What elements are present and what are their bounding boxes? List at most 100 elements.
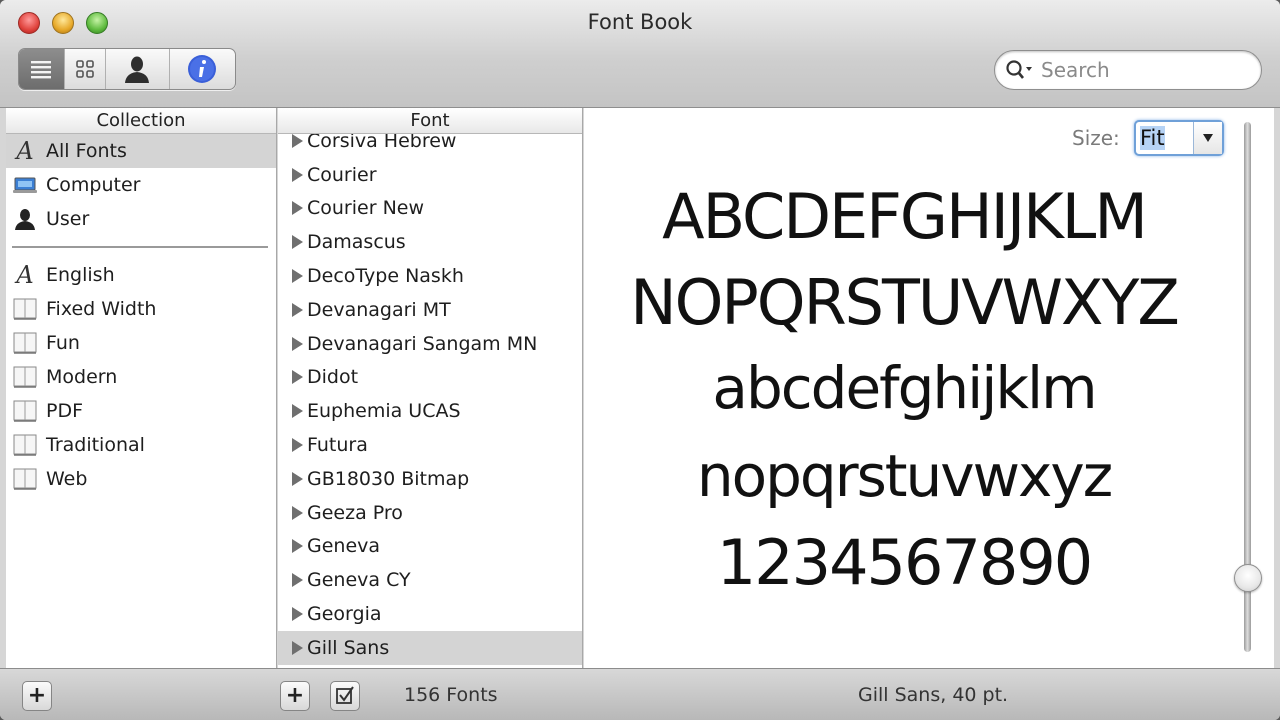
sample-line-lowercase-2: nopqrstuvwxyz: [696, 442, 1113, 510]
font-list-item-label: Didot: [307, 366, 359, 389]
collection-item-label: Fun: [46, 332, 80, 354]
font-list-item-label: Devanagari Sangam MN: [307, 332, 538, 355]
font-list-item[interactable]: Euphemia UCAS: [278, 394, 582, 428]
font-list-item[interactable]: Damascus: [278, 225, 582, 259]
collection-book-icon: [10, 466, 40, 492]
disclosure-triangle-icon[interactable]: [292, 539, 303, 554]
disclosure-triangle-icon[interactable]: [292, 235, 303, 250]
font-list-item-label: Geeza Pro: [307, 501, 403, 524]
add-collection-button[interactable]: +: [22, 681, 52, 711]
collection-item-label: English: [46, 264, 115, 286]
font-list-item-label: Futura: [307, 434, 368, 457]
collection-column-header[interactable]: Collection: [6, 108, 276, 134]
collection-item-label: Fixed Width: [46, 298, 157, 320]
computer-icon: [10, 172, 40, 198]
grid-view-button[interactable]: [65, 49, 107, 89]
selected-font-status: Gill Sans, 40 pt.: [858, 684, 1009, 706]
info-button[interactable]: [170, 49, 235, 89]
sample-line-digits: 1234567890: [716, 526, 1093, 599]
collection-item-english[interactable]: A English: [6, 258, 276, 292]
list-icon: [31, 61, 52, 79]
font-list-item[interactable]: DecoType Naskh: [278, 259, 582, 293]
font-list-item[interactable]: Devanagari Sangam MN: [278, 327, 582, 361]
disclosure-triangle-icon[interactable]: [292, 438, 303, 453]
collection-divider: [12, 246, 268, 248]
collection-item-web[interactable]: Web: [6, 462, 276, 496]
font-list-item[interactable]: Courier: [278, 158, 582, 192]
list-view-button[interactable]: [19, 49, 65, 89]
disclosure-triangle-icon[interactable]: [292, 167, 303, 182]
font-list-item[interactable]: Futura: [278, 428, 582, 462]
script-a-icon: A: [16, 261, 34, 289]
add-font-button[interactable]: +: [280, 681, 310, 711]
size-dropdown-button[interactable]: [1192, 122, 1222, 154]
font-book-window: Font Book Search Collection A All Fonts …: [0, 0, 1280, 720]
collection-book-icon: [10, 432, 40, 458]
disclosure-triangle-icon[interactable]: [292, 573, 303, 588]
disclosure-triangle-icon[interactable]: [292, 640, 303, 655]
checkbox-icon: [336, 686, 354, 704]
view-segmented-control: [18, 48, 236, 90]
collection-item-label: Traditional: [46, 434, 145, 456]
size-combo-box[interactable]: Fit: [1134, 120, 1224, 156]
font-list-item[interactable]: Geneva: [278, 530, 582, 564]
search-field[interactable]: [994, 50, 1262, 90]
disclosure-triangle-icon[interactable]: [292, 370, 303, 385]
collection-item-fixed-width[interactable]: Fixed Width: [6, 292, 276, 326]
collection-book-icon: [10, 398, 40, 424]
font-list-item-label: Euphemia UCAS: [307, 400, 461, 423]
collection-item-user[interactable]: User: [6, 202, 276, 236]
disclosure-triangle-icon[interactable]: [292, 336, 303, 351]
collection-item-label: Web: [46, 468, 88, 490]
collection-item-computer[interactable]: Computer: [6, 168, 276, 202]
search-input[interactable]: [1041, 58, 1241, 82]
disclosure-triangle-icon[interactable]: [292, 471, 303, 486]
disclosure-triangle-icon[interactable]: [292, 404, 303, 419]
font-list-item-label: Geneva CY: [307, 569, 411, 592]
bottom-bar: + + 156 Fonts Gill Sans, 40 pt.: [0, 668, 1280, 720]
font-column-header[interactable]: Font: [278, 108, 582, 134]
collection-item-all-fonts[interactable]: A All Fonts: [6, 134, 276, 168]
collection-item-label: Modern: [46, 366, 118, 388]
collection-pane: Collection A All Fonts Computer User A E…: [6, 108, 277, 668]
disclosure-triangle-icon[interactable]: [292, 607, 303, 622]
collection-book-icon: [10, 296, 40, 322]
font-list-item-label: Damascus: [307, 231, 406, 254]
disclosure-triangle-icon[interactable]: [292, 133, 303, 148]
font-list-item[interactable]: Geeza Pro: [278, 496, 582, 530]
size-input[interactable]: Fit: [1136, 122, 1193, 154]
font-list-item[interactable]: Gill Sans: [278, 630, 582, 665]
font-list-item-label: Geneva: [307, 535, 381, 558]
font-list-item-label: Devanagari MT: [307, 298, 451, 321]
size-slider-knob[interactable]: [1234, 563, 1262, 592]
plus-icon: +: [27, 683, 47, 708]
disclosure-triangle-icon[interactable]: [292, 505, 303, 520]
font-list-pane: Font Corsiva Hebrew Courier Courier New Dam…: [278, 108, 583, 668]
collection-book-icon: [10, 364, 40, 390]
font-preview-pane: Size: Fit ABCDEFGHIJKLM NOPQRSTUVWXYZ ab…: [584, 108, 1274, 668]
size-label: Size:: [1072, 126, 1120, 150]
font-list-item[interactable]: Didot: [278, 361, 582, 395]
person-icon: [125, 56, 150, 83]
font-list-item-label: Georgia: [307, 603, 382, 626]
collection-item-pdf[interactable]: PDF: [6, 394, 276, 428]
font-list-item[interactable]: Devanagari MT: [278, 293, 582, 327]
enable-font-button[interactable]: [330, 681, 360, 711]
chevron-down-icon: [1202, 134, 1213, 142]
user-view-button[interactable]: [106, 49, 170, 89]
font-list-item-label: Gill Sans: [307, 636, 390, 659]
font-list-item[interactable]: Courier New: [278, 192, 582, 226]
font-list-item[interactable]: GB18030 Bitmap: [278, 462, 582, 496]
collection-item-modern[interactable]: Modern: [6, 360, 276, 394]
collection-item-fun[interactable]: Fun: [6, 326, 276, 360]
disclosure-triangle-icon[interactable]: [292, 201, 303, 216]
font-list: Corsiva Hebrew Courier Courier New Damascus…: [278, 124, 582, 665]
disclosure-triangle-icon[interactable]: [292, 269, 303, 284]
font-list-item[interactable]: Georgia: [278, 597, 582, 631]
script-a-icon: A: [16, 137, 34, 165]
font-list-item[interactable]: Geneva CY: [278, 563, 582, 597]
collection-item-traditional[interactable]: Traditional: [6, 428, 276, 462]
grid-icon: [76, 60, 94, 78]
disclosure-triangle-icon[interactable]: [292, 302, 303, 317]
user-icon: [10, 206, 40, 232]
